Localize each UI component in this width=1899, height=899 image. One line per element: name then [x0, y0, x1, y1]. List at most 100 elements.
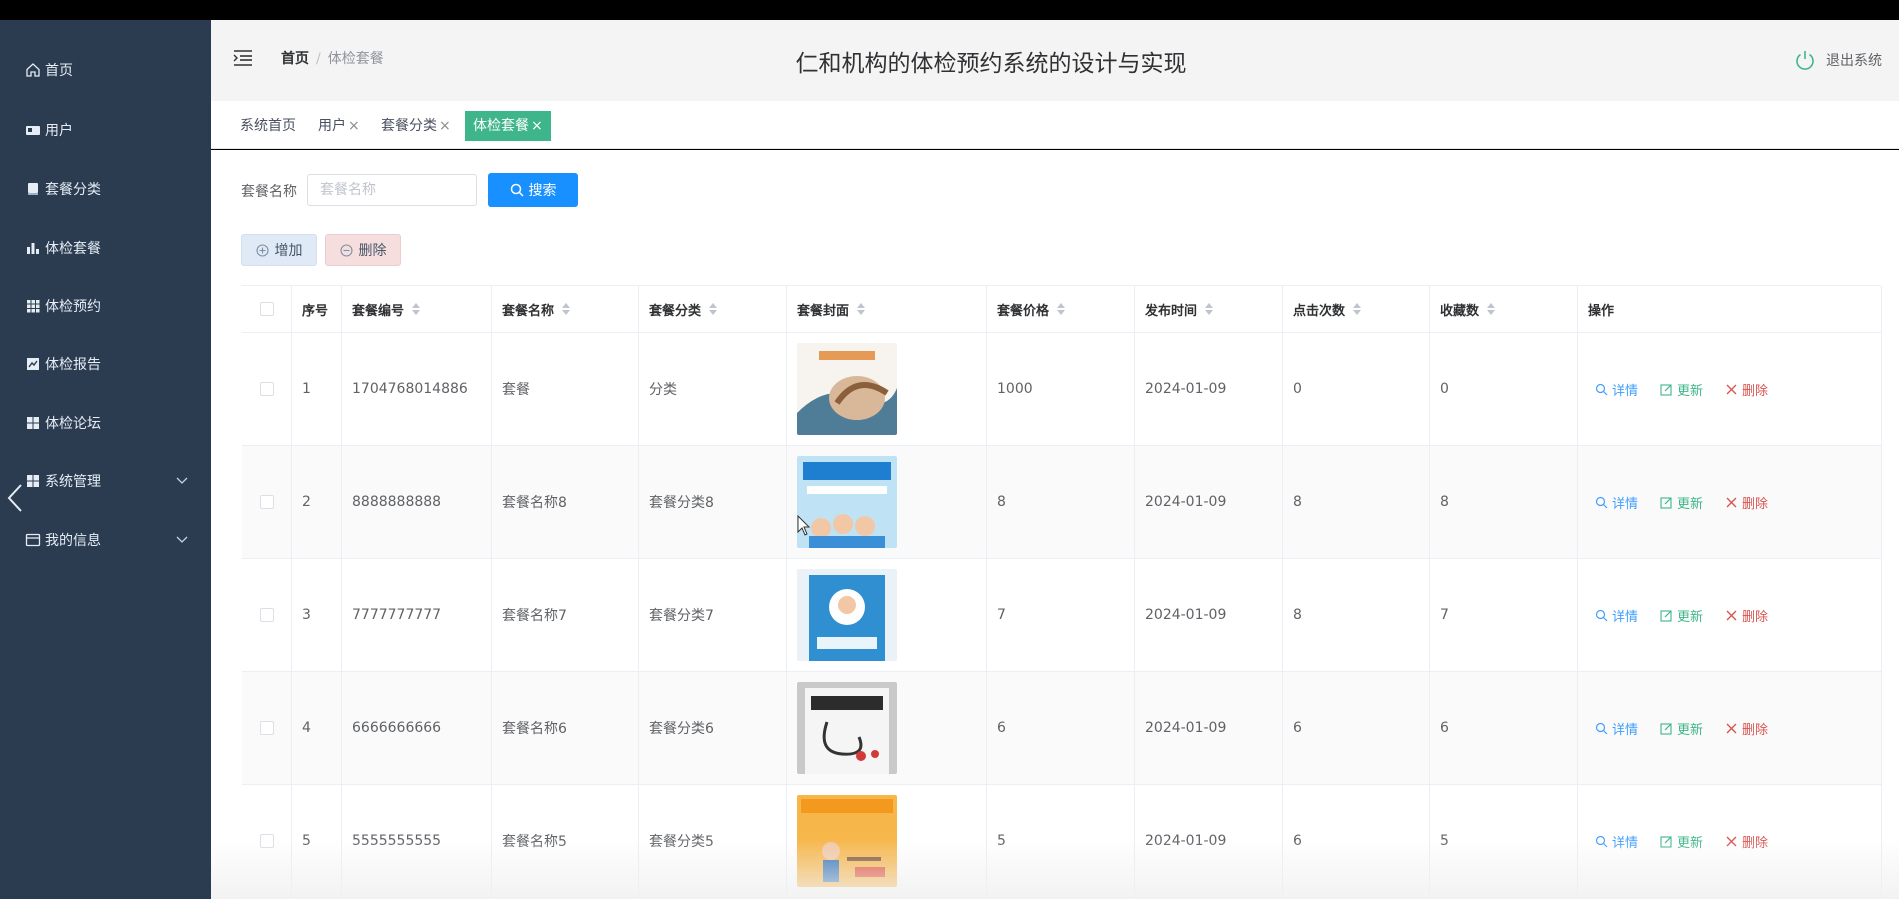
power-icon	[1794, 49, 1816, 71]
sort-icon[interactable]	[1353, 303, 1362, 315]
remove-button[interactable]: 删除	[1725, 606, 1768, 625]
detail-label: 详情	[1612, 835, 1639, 851]
sidebar: 首页 用户 套餐分类 体检套餐 体检预约 体检报告 体检论坛 系统管理 我的信息	[0, 20, 211, 899]
cell-category: 套餐分类8	[639, 446, 787, 558]
detail-button[interactable]: 详情	[1595, 832, 1638, 851]
close-icon[interactable]: ×	[439, 118, 451, 134]
sort-icon[interactable]	[1057, 303, 1066, 315]
row-checkbox[interactable]	[259, 834, 274, 848]
sidebar-item-exam-package[interactable]: 体检套餐	[0, 224, 211, 272]
detail-button[interactable]: 详情	[1595, 606, 1638, 625]
header: 首页 / 体检套餐 仁和机构的体检预约系统的设计与实现 退出系统	[211, 20, 1899, 101]
sidebar-item-my-info[interactable]: 我的信息	[0, 516, 211, 564]
remove-button[interactable]: 删除	[1725, 719, 1768, 738]
sidebar-item-exam-forum[interactable]: 体检论坛	[0, 399, 211, 447]
close-icon	[1725, 383, 1738, 396]
row-checkbox[interactable]	[259, 382, 274, 396]
col-header-clicks[interactable]: 点击次数	[1283, 286, 1430, 332]
cell-clicks: 0	[1283, 333, 1430, 445]
update-label: 更新	[1677, 835, 1704, 851]
sidebar-item-system-management[interactable]: 系统管理	[0, 457, 211, 505]
search-icon	[1595, 496, 1608, 509]
col-header-name[interactable]: 套餐名称	[492, 286, 639, 332]
tab-package-category[interactable]: 套餐分类 ×	[381, 111, 451, 141]
sort-icon[interactable]	[412, 303, 421, 315]
cell-index: 2	[292, 446, 342, 558]
sidebar-item-users[interactable]: 用户	[0, 106, 211, 154]
col-header-date[interactable]: 发布时间	[1135, 286, 1283, 332]
select-all-checkbox[interactable]	[259, 302, 274, 316]
update-button[interactable]: 更新	[1660, 832, 1703, 851]
package-cover-image[interactable]	[797, 795, 897, 887]
col-header-category[interactable]: 套餐分类	[639, 286, 787, 332]
search-input[interactable]	[307, 174, 477, 206]
sidebar-item-exam-report[interactable]: 体检报告	[0, 340, 211, 388]
close-icon[interactable]: ×	[531, 118, 543, 134]
sort-icon[interactable]	[562, 303, 571, 315]
remove-button[interactable]: 删除	[1725, 832, 1768, 851]
remove-label: 删除	[1742, 835, 1769, 851]
detail-label: 详情	[1612, 722, 1639, 738]
tab-users[interactable]: 用户 ×	[318, 111, 360, 141]
update-button[interactable]: 更新	[1660, 606, 1703, 625]
package-cover-image[interactable]	[797, 456, 897, 548]
col-header-price[interactable]: 套餐价格	[987, 286, 1135, 332]
package-cover-image[interactable]	[797, 343, 897, 435]
menu-toggle-icon[interactable]	[233, 49, 253, 67]
remove-button[interactable]: 删除	[1725, 493, 1768, 512]
breadcrumb-home[interactable]: 首页	[281, 51, 309, 67]
detail-button[interactable]: 详情	[1595, 380, 1638, 399]
add-button[interactable]: 增加	[241, 234, 317, 266]
update-button[interactable]: 更新	[1660, 380, 1703, 399]
remove-button[interactable]: 删除	[1725, 380, 1768, 399]
sort-icon[interactable]	[857, 303, 866, 315]
search-button-label: 搜索	[528, 183, 557, 199]
cell-price: 7	[987, 559, 1135, 671]
sidebar-item-home[interactable]: 首页	[0, 46, 211, 94]
detail-label: 详情	[1612, 496, 1639, 512]
detail-button[interactable]: 详情	[1595, 493, 1638, 512]
row-checkbox[interactable]	[259, 495, 274, 509]
sort-icon[interactable]	[709, 303, 718, 315]
cell-favorites: 5	[1430, 785, 1578, 897]
update-button[interactable]: 更新	[1660, 493, 1703, 512]
col-header-code[interactable]: 套餐编号	[342, 286, 492, 332]
delete-button[interactable]: 删除	[325, 234, 401, 266]
col-header-cover[interactable]: 套餐封面	[787, 286, 987, 332]
search-icon	[1595, 722, 1608, 735]
detail-button[interactable]: 详情	[1595, 719, 1638, 738]
cell-favorites: 7	[1430, 559, 1578, 671]
cell-clicks: 6	[1283, 672, 1430, 784]
detail-label: 详情	[1612, 609, 1639, 625]
tab-exam-package[interactable]: 体检套餐 ×	[465, 111, 551, 141]
package-cover-image[interactable]	[797, 682, 897, 774]
cell-date: 2024-01-09	[1135, 672, 1283, 784]
sort-icon[interactable]	[1487, 303, 1496, 315]
search-icon	[1595, 609, 1608, 622]
update-button[interactable]: 更新	[1660, 719, 1703, 738]
close-icon	[1725, 722, 1738, 735]
sidebar-item-exam-booking[interactable]: 体检预约	[0, 282, 211, 330]
cell-name: 套餐	[492, 333, 639, 445]
sidebar-item-package-category[interactable]: 套餐分类	[0, 165, 211, 213]
cell-name: 套餐名称5	[492, 785, 639, 897]
table-row: 4 6666666666 套餐名称6 套餐分类6 6 2024-01-09 6 …	[242, 672, 1882, 785]
sort-icon[interactable]	[1205, 303, 1214, 315]
package-cover-image[interactable]	[797, 569, 897, 661]
row-checkbox[interactable]	[259, 721, 274, 735]
logout-button[interactable]: 退出系统	[1794, 49, 1882, 71]
bar-chart-icon	[24, 239, 42, 257]
col-header-favorites[interactable]: 收藏数	[1430, 286, 1578, 332]
cell-price: 6	[987, 672, 1135, 784]
row-select-cell	[242, 559, 292, 671]
column-label: 套餐编号	[352, 303, 405, 319]
table-header-row: 序号 套餐编号 套餐名称 套餐分类 套餐封面 套餐价格 发布时间 点击次数 收藏…	[242, 286, 1882, 333]
search-button[interactable]: 搜索	[488, 173, 578, 207]
home-icon	[24, 61, 42, 79]
row-checkbox[interactable]	[259, 608, 274, 622]
close-icon[interactable]: ×	[348, 118, 360, 134]
column-label: 套餐价格	[997, 303, 1050, 319]
tab-system-home[interactable]: 系统首页	[240, 111, 296, 141]
delete-button-label: 删除	[358, 243, 387, 259]
collapse-left-icon[interactable]	[6, 482, 24, 514]
